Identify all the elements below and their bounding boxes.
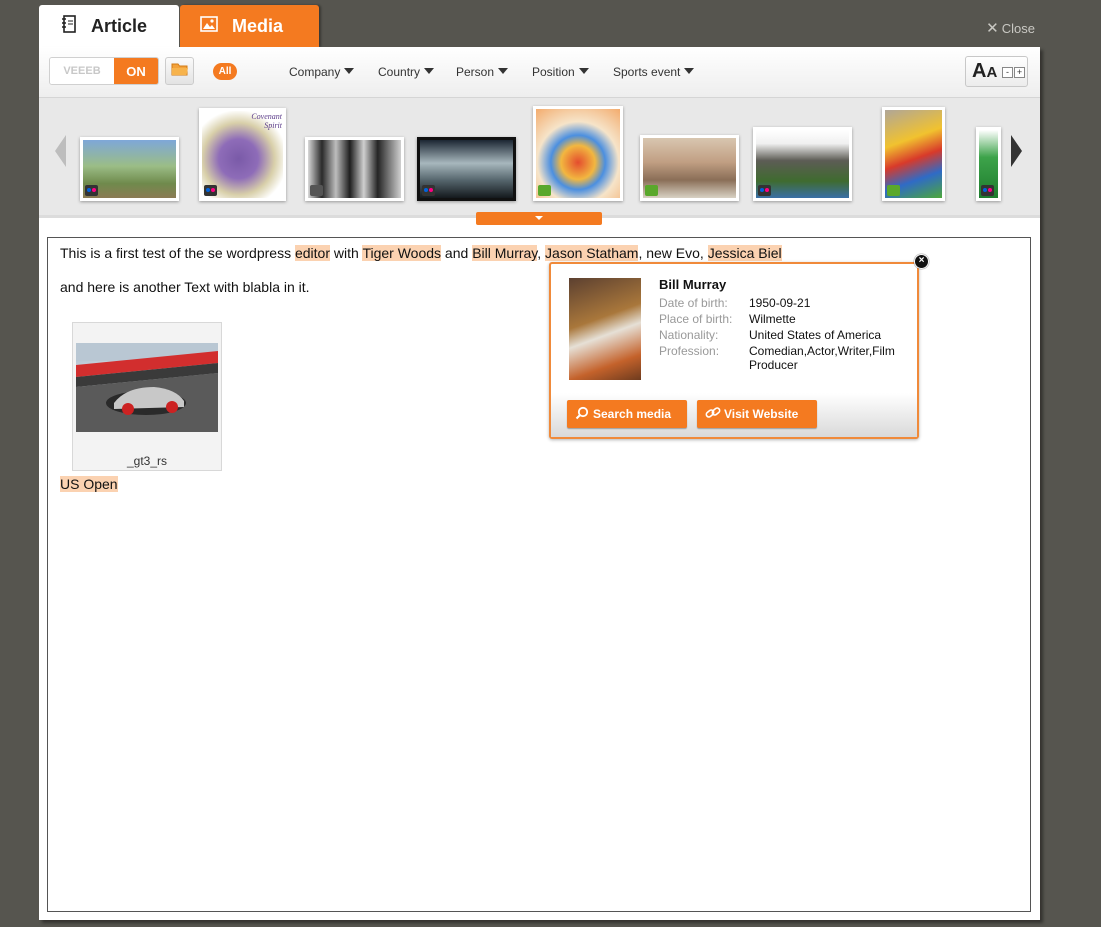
- toolbar: VEEEB ON All Company Country Person Posi…: [39, 47, 1040, 98]
- carousel-next-arrow-icon[interactable]: [1011, 135, 1022, 167]
- filter-label: Sports event: [613, 65, 681, 79]
- search-media-button[interactable]: Search media: [567, 400, 687, 428]
- flickr-icon: [422, 185, 435, 196]
- caret-down-icon: [424, 68, 435, 74]
- article-paragraph-1: This is a first test of the se wordpress…: [60, 245, 782, 261]
- person-name: Bill Murray: [659, 277, 727, 292]
- media-thumbnail[interactable]: [305, 137, 404, 201]
- text-segment: This is a first test of the se wordpress: [60, 245, 295, 261]
- caret-down-icon: [344, 68, 355, 74]
- expand-carousel-button[interactable]: [476, 212, 602, 225]
- font-decrease-button[interactable]: -: [1002, 67, 1013, 78]
- media-source-icon: [887, 185, 900, 196]
- media-thumbnail[interactable]: [533, 106, 623, 201]
- folder-icon: [171, 62, 189, 81]
- link-icon: [705, 406, 721, 423]
- carousel-prev-arrow-icon[interactable]: [55, 135, 66, 167]
- caret-down-icon: [578, 68, 589, 74]
- caret-down-icon: [498, 68, 509, 74]
- close-label: Close: [1001, 21, 1035, 36]
- media-thumbnail[interactable]: [976, 127, 1001, 201]
- field-value: 1950-09-21: [749, 296, 811, 310]
- popup-close-icon[interactable]: ×: [914, 254, 929, 269]
- font-size-control: AA - +: [965, 56, 1028, 87]
- image-caption: _gt3_rs: [126, 454, 168, 468]
- entity-highlight-us-open[interactable]: US Open: [60, 476, 118, 492]
- tab-article-label: Article: [91, 15, 148, 36]
- close-icon: ✕: [986, 20, 999, 37]
- google-icon: [310, 185, 323, 196]
- field-label: Nationality:: [659, 328, 719, 342]
- text-segment: with: [330, 245, 363, 261]
- entity-highlight-tiger-woods[interactable]: Tiger Woods: [362, 245, 442, 261]
- visit-website-label: Visit Website: [724, 407, 799, 421]
- tab-media[interactable]: Media: [180, 5, 319, 47]
- article-paragraph-2: and here is another Text with blabla in …: [60, 279, 310, 295]
- folder-button[interactable]: [165, 57, 194, 85]
- media-thumbnail[interactable]: [753, 127, 852, 201]
- flickr-icon: [85, 185, 98, 196]
- media-thumbnail[interactable]: [882, 107, 945, 201]
- article-paragraph-3: US Open: [60, 476, 118, 492]
- media-panel: VEEEB ON All Company Country Person Posi…: [39, 47, 1040, 920]
- filter-company[interactable]: Company: [289, 65, 355, 79]
- font-size-icon: AA: [972, 60, 998, 82]
- close-button[interactable]: ✕ Close: [986, 19, 1035, 37]
- embedded-image[interactable]: _gt3_rs: [72, 322, 222, 471]
- font-increase-button[interactable]: +: [1014, 67, 1025, 78]
- filter-position[interactable]: Position: [532, 65, 589, 79]
- flickr-icon: [204, 185, 217, 196]
- media-source-icon: [538, 185, 551, 196]
- person-photo: [569, 278, 641, 380]
- filter-label: Company: [289, 65, 341, 79]
- notebook-icon: [61, 14, 77, 38]
- filter-label: Country: [378, 65, 421, 79]
- media-thumbnail[interactable]: [417, 137, 516, 201]
- car-photo: [76, 343, 218, 432]
- text-segment: and: [441, 245, 473, 261]
- text-segment: , new Evo,: [638, 245, 708, 261]
- filter-country[interactable]: Country: [378, 65, 435, 79]
- filter-person[interactable]: Person: [456, 65, 509, 79]
- flickr-icon: [981, 185, 994, 196]
- entity-highlight-jessica-biel[interactable]: Jessica Biel: [707, 245, 782, 261]
- field-label: Profession:: [659, 344, 720, 358]
- toggle-off-label: VEEEB: [50, 58, 114, 84]
- filter-sports-event[interactable]: Sports event: [613, 65, 695, 79]
- caret-down-icon: [684, 68, 695, 74]
- tab-article[interactable]: Article: [39, 5, 179, 47]
- image-icon: [200, 15, 218, 37]
- field-value: Wilmette: [749, 312, 796, 326]
- text-segment: ,: [537, 245, 546, 261]
- media-carousel: Covenant Spirit: [39, 98, 1040, 218]
- media-source-icon: [645, 185, 658, 196]
- media-thumbnail[interactable]: Covenant Spirit: [199, 108, 286, 201]
- filter-label: Position: [532, 65, 575, 79]
- media-thumbnail[interactable]: [80, 137, 179, 201]
- veeeb-toggle[interactable]: VEEEB ON: [49, 57, 159, 85]
- entity-popup: Bill Murray Date of birth: 1950-09-21 Pl…: [549, 262, 919, 439]
- flickr-icon: [758, 185, 771, 196]
- field-label: Place of birth:: [659, 312, 733, 326]
- entity-highlight-editor[interactable]: editor: [294, 245, 331, 261]
- visit-website-button[interactable]: Visit Website: [697, 400, 817, 428]
- all-filter-badge[interactable]: All: [213, 63, 237, 80]
- search-icon: [575, 406, 589, 423]
- media-thumbnail[interactable]: [640, 135, 739, 201]
- toggle-on-label: ON: [114, 58, 158, 84]
- thumbnail-caption: Covenant Spirit: [251, 112, 282, 130]
- search-media-label: Search media: [593, 407, 672, 421]
- entity-highlight-bill-murray[interactable]: Bill Murray: [472, 245, 538, 261]
- filter-label: Person: [456, 65, 495, 79]
- tab-media-label: Media: [232, 15, 284, 36]
- entity-highlight-jason-statham[interactable]: Jason Statham: [545, 245, 639, 261]
- field-value: United States of America: [749, 328, 882, 342]
- field-value: Comedian,Actor,Writer,Film Producer: [749, 344, 895, 372]
- field-label: Date of birth:: [659, 296, 728, 310]
